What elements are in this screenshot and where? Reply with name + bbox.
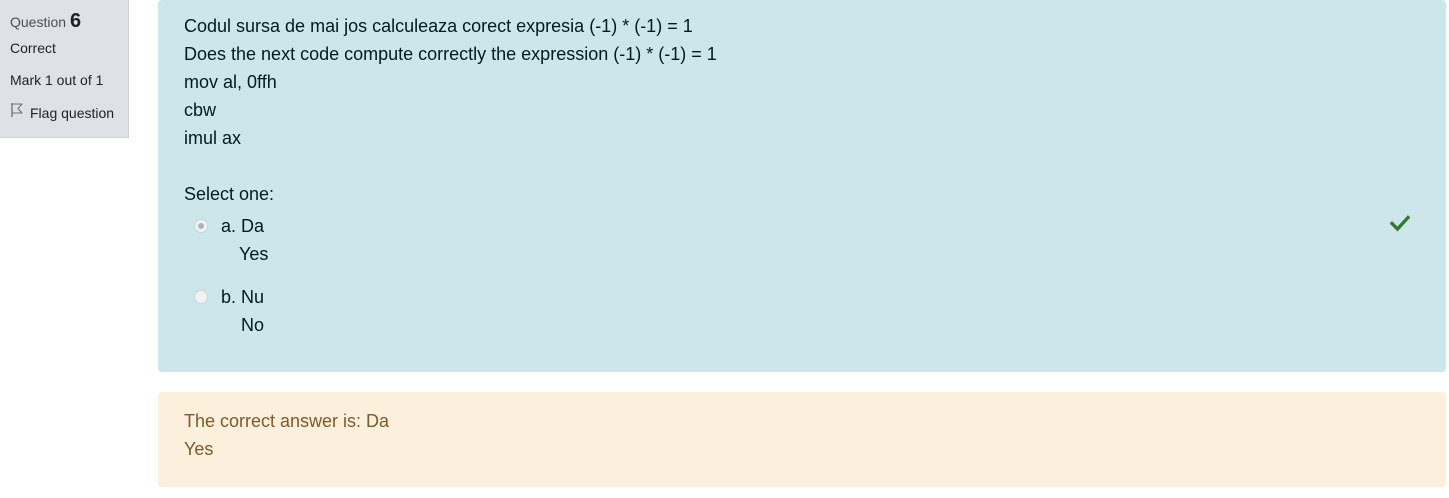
flag-icon bbox=[10, 102, 30, 123]
option-b-text: b. Nu No bbox=[221, 283, 264, 339]
option-a-text: a. Da Yes bbox=[221, 212, 268, 268]
question-number: Question 6 bbox=[10, 8, 118, 36]
answer-option-b[interactable]: b. Nu No bbox=[194, 283, 1420, 339]
feedback-line-2: Yes bbox=[184, 439, 214, 459]
correct-answer-feedback: The correct answer is: Da Yes bbox=[158, 392, 1446, 487]
option-a-sublabel: Yes bbox=[239, 244, 269, 264]
question-code-line: mov al, 0ffh bbox=[184, 72, 277, 92]
answer-options: a. Da Yes b. Nu No bbox=[184, 212, 1420, 339]
option-b-sublabel: No bbox=[241, 315, 265, 335]
select-prompt: Select one: bbox=[184, 184, 275, 204]
question-number-value: 6 bbox=[70, 10, 82, 32]
option-b-radio[interactable] bbox=[194, 290, 208, 304]
feedback-line-1: The correct answer is: Da bbox=[184, 411, 390, 431]
question-info-panel: Question 6 Correct Mark 1 out of 1 Flag q… bbox=[0, 0, 129, 138]
question-code-line: imul ax bbox=[184, 128, 242, 148]
checkmark-icon bbox=[1389, 214, 1411, 237]
question-grade: Mark 1 out of 1 bbox=[10, 72, 104, 88]
question-text-line: Does the next code compute correctly the… bbox=[184, 44, 717, 64]
quiz-page: Question 6 Correct Mark 1 out of 1 Flag q… bbox=[0, 0, 1449, 498]
answer-option-a[interactable]: a. Da Yes bbox=[194, 212, 1420, 268]
question-text: Codul sursa de mai jos calculeaza corect… bbox=[184, 12, 1420, 152]
question-content: Codul sursa de mai jos calculeaza corect… bbox=[158, 0, 1446, 372]
question-state: Correct bbox=[10, 40, 56, 56]
flag-question-link[interactable]: Flag question bbox=[10, 102, 118, 123]
question-label: Question bbox=[10, 14, 67, 30]
option-a-label: a. Da bbox=[221, 216, 265, 236]
question-code-line: cbw bbox=[184, 100, 217, 120]
option-b-label: b. Nu bbox=[221, 287, 265, 307]
flag-question-label: Flag question bbox=[30, 104, 115, 121]
option-a-radio[interactable] bbox=[194, 219, 208, 233]
question-text-line: Codul sursa de mai jos calculeaza corect… bbox=[184, 16, 693, 36]
